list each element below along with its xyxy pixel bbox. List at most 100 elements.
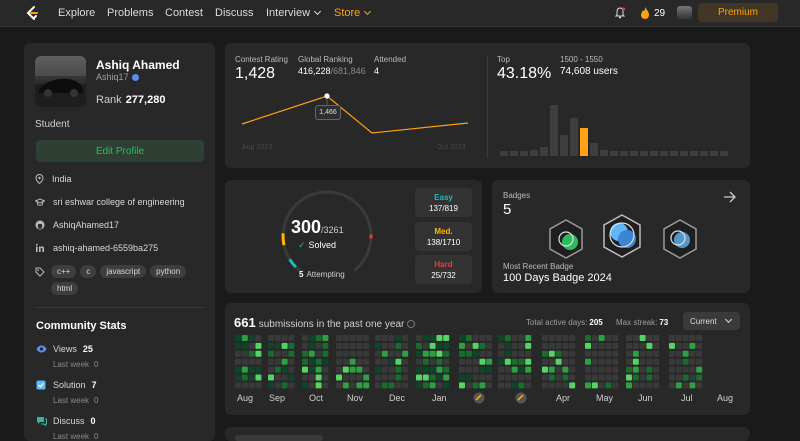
heatmap-cell[interactable] xyxy=(429,335,436,341)
heatmap-cell[interactable] xyxy=(443,382,450,389)
heatmap-cell[interactable] xyxy=(479,342,486,349)
heatmap-cell[interactable] xyxy=(612,374,619,381)
heatmap-cell[interactable] xyxy=(315,358,322,365)
heatmap-cell[interactable] xyxy=(288,358,295,365)
heatmap-cell[interactable] xyxy=(525,366,532,373)
heatmap-cell[interactable] xyxy=(562,350,569,357)
heatmap-cell[interactable] xyxy=(542,350,548,357)
heatmap-cell[interactable] xyxy=(562,342,569,349)
heatmap-cell[interactable] xyxy=(416,382,422,389)
heatmap-cell[interactable] xyxy=(274,382,281,389)
heatmap-cell[interactable] xyxy=(669,366,675,373)
heatmap-cell[interactable] xyxy=(689,335,696,341)
heatmap-cell[interactable] xyxy=(274,366,281,373)
heatmap-cell[interactable] xyxy=(356,342,363,349)
heatmap-cell[interactable] xyxy=(274,350,281,357)
heatmap-cell[interactable] xyxy=(308,366,315,373)
heatmap-cell[interactable] xyxy=(653,335,660,341)
heatmap-cell[interactable] xyxy=(612,366,619,373)
heatmap-cell[interactable] xyxy=(235,335,241,341)
heatmap-cell[interactable] xyxy=(669,335,675,341)
heatmap-cell[interactable] xyxy=(542,335,548,341)
heatmap-cell[interactable] xyxy=(562,382,569,389)
heatmap-cell[interactable] xyxy=(281,342,288,349)
heatmap-cell[interactable] xyxy=(653,342,660,349)
heatmap-cell[interactable] xyxy=(302,358,308,365)
heatmap-cell[interactable] xyxy=(585,335,591,341)
heatmap-cell[interactable] xyxy=(235,374,241,381)
heatmap-cell[interactable] xyxy=(281,350,288,357)
heatmap-cell[interactable] xyxy=(465,350,472,357)
heatmap-cell[interactable] xyxy=(632,374,639,381)
heatmap-cell[interactable] xyxy=(436,382,443,389)
heatmap-cell[interactable] xyxy=(486,342,493,349)
heatmap-cell[interactable] xyxy=(336,342,342,349)
bell-icon[interactable] xyxy=(614,7,626,19)
heatmap-cell[interactable] xyxy=(632,335,639,341)
heatmap-cell[interactable] xyxy=(274,374,281,381)
heatmap-cell[interactable] xyxy=(388,374,395,381)
heatmap-cell[interactable] xyxy=(342,366,349,373)
heatmap-cell[interactable] xyxy=(562,366,569,373)
heatmap-cell[interactable] xyxy=(555,358,562,365)
heatmap-cell[interactable] xyxy=(459,358,465,365)
heatmap-cell[interactable] xyxy=(443,350,450,357)
heatmap-cell[interactable] xyxy=(248,358,255,365)
heatmap-cell[interactable] xyxy=(525,335,532,341)
heatmap-cell[interactable] xyxy=(555,342,562,349)
heatmap-cell[interactable] xyxy=(646,342,653,349)
heatmap-cell[interactable] xyxy=(605,382,612,389)
heatmap-cell[interactable] xyxy=(696,374,703,381)
heatmap-cell[interactable] xyxy=(646,366,653,373)
heatmap-cell[interactable] xyxy=(548,342,555,349)
heatmap-cell[interactable] xyxy=(322,366,329,373)
heatmap-cell[interactable] xyxy=(356,366,363,373)
heatmap-cell[interactable] xyxy=(429,366,436,373)
heatmap-cell[interactable] xyxy=(315,366,322,373)
heatmap-cell[interactable] xyxy=(646,374,653,381)
skill-tag[interactable]: python xyxy=(150,265,187,278)
heatmap-cell[interactable] xyxy=(605,350,612,357)
heatmap-cell[interactable] xyxy=(689,358,696,365)
heatmap-cell[interactable] xyxy=(479,350,486,357)
heatmap-cell[interactable] xyxy=(479,358,486,365)
heatmap-cell[interactable] xyxy=(302,350,308,357)
heatmap-cell[interactable] xyxy=(479,374,486,381)
heatmap-cell[interactable] xyxy=(632,382,639,389)
heatmap-cell[interactable] xyxy=(612,342,619,349)
heatmap-cell[interactable] xyxy=(248,382,255,389)
heatmap-cell[interactable] xyxy=(689,366,696,373)
heatmap-cell[interactable] xyxy=(472,342,479,349)
heatmap-cell[interactable] xyxy=(288,382,295,389)
heatmap-cell[interactable] xyxy=(315,382,322,389)
heatmap-cell[interactable] xyxy=(363,350,370,357)
heatmap-cell[interactable] xyxy=(465,374,472,381)
heatmap-cell[interactable] xyxy=(375,358,381,365)
heatmap-cell[interactable] xyxy=(349,366,356,373)
heatmap-cell[interactable] xyxy=(422,374,429,381)
heatmap-cell[interactable] xyxy=(288,342,295,349)
heatmap-cell[interactable] xyxy=(436,350,443,357)
heatmap-cell[interactable] xyxy=(675,382,682,389)
heatmap-cell[interactable] xyxy=(356,358,363,365)
heatmap-cell[interactable] xyxy=(274,342,281,349)
heatmap-cell[interactable] xyxy=(585,350,591,357)
heatmap-cell[interactable] xyxy=(336,350,342,357)
heatmap-cell[interactable] xyxy=(302,382,308,389)
heatmap-cell[interactable] xyxy=(356,335,363,341)
heatmap-cell[interactable] xyxy=(472,335,479,341)
heatmap-cell[interactable] xyxy=(682,350,689,357)
heatmap-cell[interactable] xyxy=(542,342,548,349)
heatmap-cell[interactable] xyxy=(632,342,639,349)
heatmap-cell[interactable] xyxy=(281,366,288,373)
heatmap-cell[interactable] xyxy=(682,366,689,373)
leetcode-logo-icon[interactable] xyxy=(24,5,40,21)
heatmap-cell[interactable] xyxy=(525,358,532,365)
heatmap-cell[interactable] xyxy=(416,335,422,341)
heatmap-cell[interactable] xyxy=(322,335,329,341)
heatmap-cell[interactable] xyxy=(315,350,322,357)
heatmap-cell[interactable] xyxy=(375,342,381,349)
submission-heatmap[interactable] xyxy=(225,331,750,391)
heatmap-cell[interactable] xyxy=(429,358,436,365)
heatmap-cell[interactable] xyxy=(548,335,555,341)
